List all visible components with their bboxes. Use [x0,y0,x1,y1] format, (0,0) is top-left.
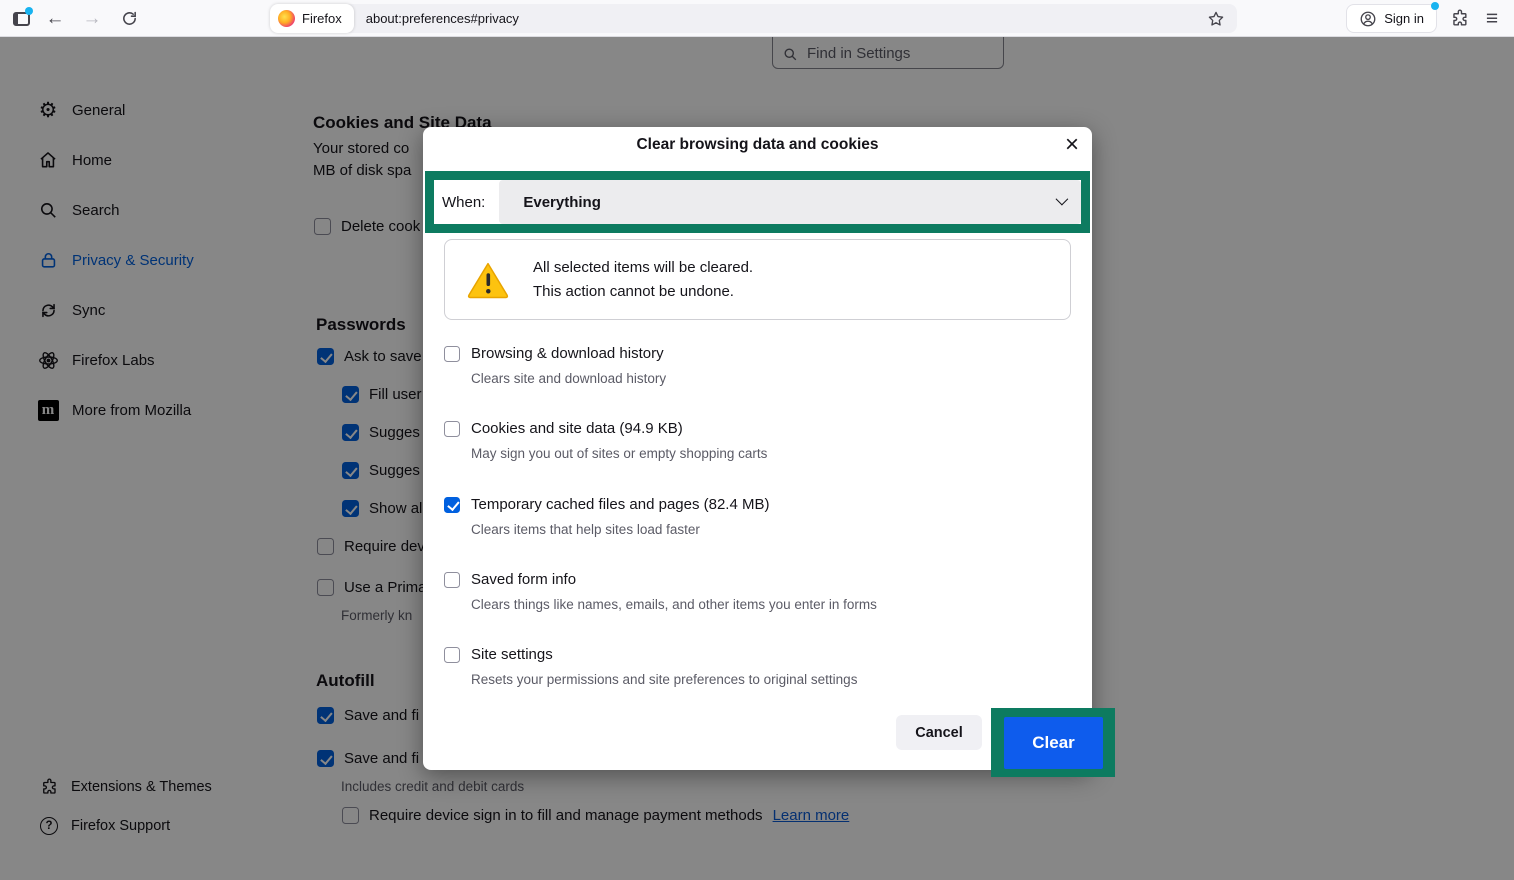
when-row: When: Everything [434,180,1081,224]
clear-item-cache[interactable]: Temporary cached files and pages (82.4 M… [444,496,1064,537]
checkbox[interactable] [444,572,460,588]
menu-hamburger-icon[interactable]: ≡ [1478,0,1506,37]
reload-icon[interactable] [116,0,142,37]
clear-item-description: Clears items that help sites load faster [471,522,1064,537]
dialog-title: Clear browsing data and cookies [423,136,1092,154]
clear-item-form-info[interactable]: Saved form info Clears things like names… [444,571,1064,612]
dropdown-selected-value: Everything [499,194,601,211]
url-text[interactable]: about:preferences#privacy [366,11,1207,26]
page-identity-chip[interactable]: Firefox [270,4,354,33]
clear-item-label: Temporary cached files and pages (82.4 M… [471,496,769,513]
clear-browsing-data-dialog: Clear browsing data and cookies × When: … [423,127,1092,770]
when-row-highlight: When: Everything [425,171,1090,233]
clear-button[interactable]: Clear [1004,717,1103,769]
warning-line1: All selected items will be cleared. [533,256,753,280]
bookmark-star-icon[interactable] [1207,10,1225,28]
when-label: When: [434,194,499,211]
extensions-puzzle-icon[interactable] [1446,0,1472,37]
checkbox-checked[interactable] [444,497,460,513]
browser-toolbar: ← → Firefox about:preferences#privacy [0,0,1514,37]
warning-line2: This action cannot be undone. [533,280,753,304]
time-range-dropdown[interactable]: Everything [499,180,1081,224]
firefox-logo-icon [278,10,295,27]
clear-item-description: Clears site and download history [471,371,1064,386]
checkbox[interactable] [444,421,460,437]
firefox-window: ← → Firefox about:preferences#privacy [0,0,1514,880]
warning-box: All selected items will be cleared. This… [444,239,1071,320]
sign-in-button[interactable]: Sign in [1346,4,1437,33]
clear-item-label: Site settings [471,646,553,663]
back-arrow-icon[interactable]: ← [42,0,68,37]
clear-item-cookies[interactable]: Cookies and site data (94.9 KB) May sign… [444,420,1064,461]
tab-label: Firefox [302,11,342,26]
account-avatar-icon [1359,10,1377,28]
clear-item-browsing-history[interactable]: Browsing & download history Clears site … [444,345,1064,386]
chevron-down-icon [1056,193,1069,206]
checkbox[interactable] [444,346,460,362]
clear-item-description: Clears things like names, emails, and ot… [471,597,1064,612]
firefox-view-icon[interactable] [8,0,34,37]
clear-item-label: Browsing & download history [471,345,664,362]
sign-in-label: Sign in [1384,11,1424,26]
warning-triangle-icon [467,261,509,299]
address-bar[interactable]: Firefox about:preferences#privacy [270,4,1237,33]
clear-item-label: Saved form info [471,571,576,588]
clear-item-site-settings[interactable]: Site settings Resets your permissions an… [444,646,1064,687]
close-icon[interactable]: × [1065,129,1079,161]
forward-arrow-icon[interactable]: → [79,0,105,37]
clear-item-description: Resets your permissions and site prefere… [471,672,1064,687]
clear-item-description: May sign you out of sites or empty shopp… [471,446,1064,461]
clear-button-highlight: Clear [991,708,1115,777]
notification-dot [25,7,33,15]
cancel-button[interactable]: Cancel [896,715,982,750]
checkbox[interactable] [444,647,460,663]
clear-item-label: Cookies and site data (94.9 KB) [471,420,683,437]
sign-in-notification-dot [1431,2,1439,10]
